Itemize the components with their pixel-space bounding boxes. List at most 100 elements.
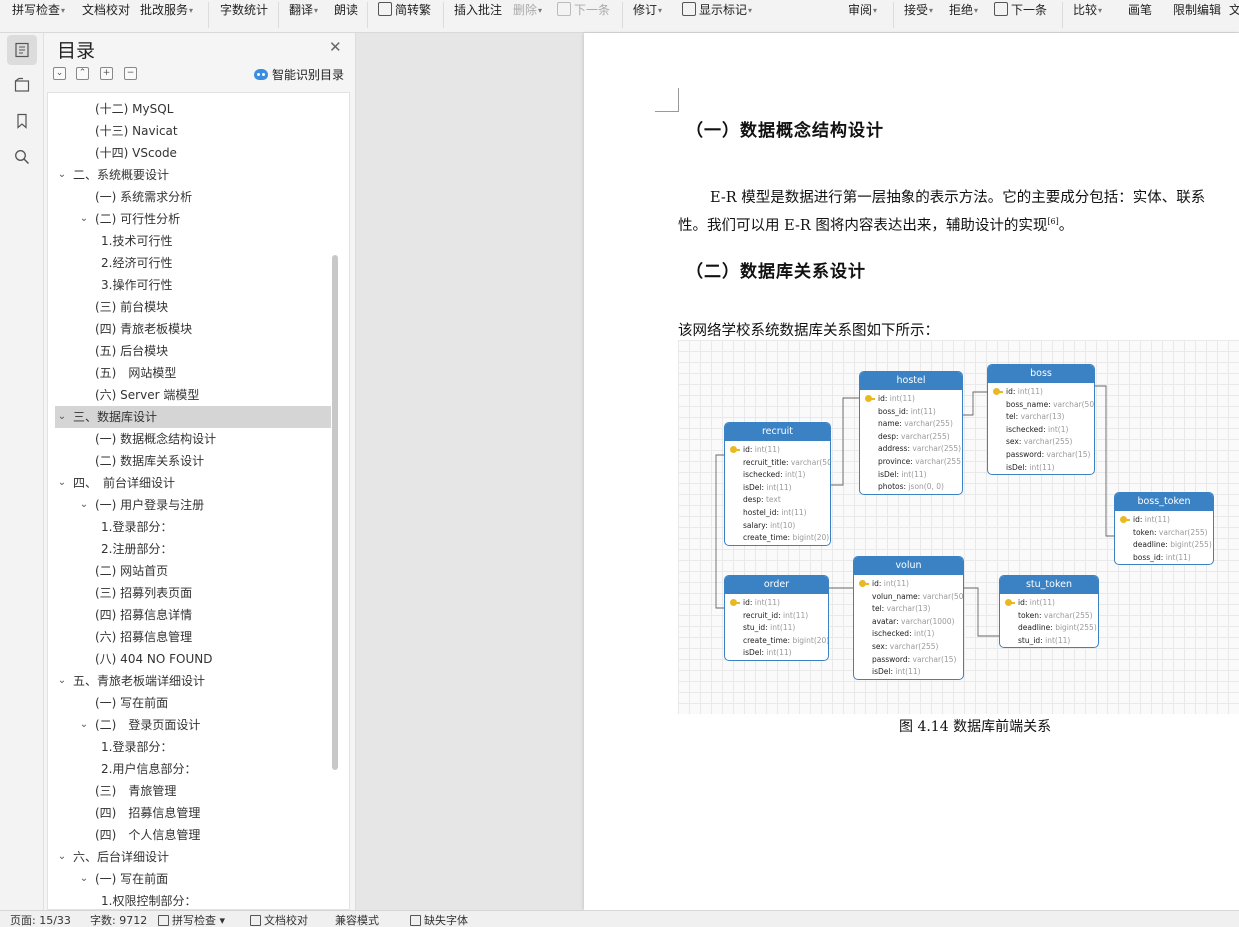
toc-item[interactable]: (四) 招募信息管理 [55,802,331,824]
toc-item[interactable]: (十四) VScode [55,142,331,164]
compare-button[interactable]: 比较▾ [1073,0,1102,20]
delete-comment-button[interactable]: 删除▾ [513,0,542,20]
expand-chevron-icon[interactable]: ⌄ [78,494,90,516]
add-heading-icon[interactable]: + [100,67,113,80]
toc-item[interactable]: ⌄ (一) 写在前面 [55,868,331,890]
toc-item[interactable]: ⌄ 四、 前台详细设计 [55,472,331,494]
er-entity-stu-token[interactable]: stu_token id: int(11) token: varchar(255) d… [999,575,1099,649]
accept-button[interactable]: 接受▾ [904,0,933,20]
toc-item[interactable]: (二) 数据库关系设计 [55,450,331,472]
toc-item[interactable]: (五) 网站模型 [55,362,331,384]
insert-comment-button[interactable]: 插入批注 [454,0,502,20]
toc-item[interactable]: (一) 写在前面 [55,692,331,714]
expand-chevron-icon[interactable]: ⌄ [56,670,68,692]
er-entity-boss[interactable]: boss id: int(11) boss_name: varchar(50) tel… [987,364,1095,476]
toc-item[interactable]: 1.登录部分： [55,736,331,758]
toc-item[interactable]: (十三) Navicat [55,120,331,142]
reject-button[interactable]: 拒绝▾ [949,0,978,20]
toc-item[interactable]: (三) 青旅管理 [55,780,331,802]
read-aloud-button[interactable]: 朗读 [334,0,358,20]
toc-item[interactable]: (十二) MySQL [55,98,331,120]
toc-item[interactable]: (三) 招募列表页面 [55,582,331,604]
toc-item[interactable]: (四) 个人信息管理 [55,824,331,846]
smart-toc-button[interactable]: 智能识别目录 [254,66,344,83]
collapse-all-icon[interactable]: ⌄ [53,67,66,80]
expand-chevron-icon[interactable]: ⌄ [78,714,90,736]
er-field: id: int(11) [854,578,963,591]
toc-item[interactable]: ⌄ (一) 用户登录与注册 [55,494,331,516]
restrict-edit-button[interactable]: 限制编辑 [1173,0,1221,20]
next-comment-button[interactable]: 下一条 [557,0,610,20]
expand-chevron-icon[interactable]: ⌄ [56,164,68,186]
simp-trad-button[interactable]: 简转繁 [378,0,431,20]
ink-button[interactable]: 画笔 [1128,0,1152,20]
toc-item[interactable]: 2.用户信息部分： [55,758,331,780]
next-change-button[interactable]: 下一条 [994,0,1047,20]
page-indicator[interactable]: 页面: 15/33 [10,914,71,927]
document-page[interactable]: （一）数据概念结构设计 E-R 模型是数据进行第一层抽象的表示方法。它的主要成分… [584,33,1239,910]
toc-scrollbar[interactable] [332,255,338,770]
er-field-name: sex [872,641,885,651]
er-field-name: id [878,394,885,403]
toc-rail-button[interactable] [7,35,37,65]
close-icon[interactable]: ✕ [329,38,342,56]
toc-item[interactable]: (一) 系统需求分析 [55,186,331,208]
toc-item[interactable]: 1.登录部分： [55,516,331,538]
toc-item-label: (五) 网站模型 [95,366,177,380]
spell-check-button[interactable]: 拼写检查▾ [12,0,65,20]
toc-item[interactable]: (四) 招募信息详情 [55,604,331,626]
revise-button[interactable]: 修订▾ [633,0,662,20]
toc-item[interactable]: 1.权限控制部分： [55,890,331,909]
status-spell-check[interactable]: 拼写检查 ▾ [158,914,225,927]
er-field: ischecked: int(1) [1006,424,1069,434]
toc-item[interactable]: ⌄ 二、系统概要设计 [55,164,331,186]
toc-item[interactable]: 2.经济可行性 [55,252,331,274]
expand-chevron-icon[interactable]: ⌄ [78,208,90,230]
er-entity-recruit[interactable]: recruit id: int(11) recruit_title: varchar… [724,422,831,546]
review-button[interactable]: 审阅▾ [848,0,877,20]
expand-chevron-icon[interactable]: ⌄ [56,846,68,868]
expand-chevron-icon[interactable]: ⌄ [56,406,68,428]
more-button[interactable]: 文 [1229,0,1239,20]
toc-item[interactable]: (六) Server 端模型 [55,384,331,406]
er-field-type: int(11) [1165,552,1191,562]
er-field-type: int(11) [910,406,936,416]
toc-item[interactable]: ⌄ 五、青旅老板端详细设计 [55,670,331,692]
search-rail-button[interactable] [7,142,37,172]
status-doc-proof[interactable]: 文档校对 [250,914,308,927]
doc-proof-button[interactable]: 文档校对 [82,0,130,20]
toc-item[interactable]: (六) 招募信息管理 [55,626,331,648]
toc-item[interactable]: (五) 后台模块 [55,340,331,362]
toc-item[interactable]: 2.注册部分： [55,538,331,560]
er-entity-hostel[interactable]: hostel id: int(11) boss_id: int(11) name: v… [859,371,963,495]
nav-rail-button[interactable] [7,70,37,100]
toc-item[interactable]: (四) 青旅老板模块 [55,318,331,340]
remove-heading-icon[interactable]: − [124,67,137,80]
er-entity-boss-token[interactable]: boss_token id: int(11) token: varchar(255)… [1114,492,1214,566]
bookmark-rail-button[interactable] [7,106,37,136]
translate-button[interactable]: 翻译▾ [289,0,318,20]
expand-chevron-icon[interactable]: ⌄ [56,472,68,494]
toc-item[interactable]: (八) 404 NO FOUND [55,648,331,670]
toc-item[interactable]: (一) 数据概念结构设计 [55,428,331,450]
expand-up-icon[interactable]: ⌃ [76,67,89,80]
er-entity-order[interactable]: order id: int(11) recruit_id: int(11) stu_i… [724,575,829,661]
toc-item[interactable]: 1.技术可行性 [55,230,331,252]
toc-item[interactable]: (二) 网站首页 [55,560,331,582]
show-markup-button[interactable]: 显示标记▾ [682,0,752,20]
toc-item[interactable]: ⌄ 三、数据库设计 [55,406,331,428]
toc-item[interactable]: ⌄ (二) 登录页面设计 [55,714,331,736]
word-count-indicator[interactable]: 字数: 9712 [90,914,147,927]
word-count-button[interactable]: 字数统计 [220,0,268,20]
er-diagram-figure[interactable]: hostel id: int(11) boss_id: int(11) name: v… [678,340,1239,714]
toc-item[interactable]: (三) 前台模块 [55,296,331,318]
toc-item-label: 三、数据库设计 [73,410,158,424]
missing-font-button[interactable]: 缺失字体 [410,914,468,927]
expand-chevron-icon[interactable]: ⌄ [78,868,90,890]
er-entity-volun[interactable]: volun id: int(11) volun_name: varchar(50) t… [853,556,964,680]
toc-item-label: (十三) Navicat [95,124,178,138]
toc-item[interactable]: ⌄ 六、后台详细设计 [55,846,331,868]
toc-item[interactable]: 3.操作可行性 [55,274,331,296]
batch-service-button[interactable]: 批改服务▾ [140,0,193,20]
toc-item[interactable]: ⌄ (二) 可行性分析 [55,208,331,230]
